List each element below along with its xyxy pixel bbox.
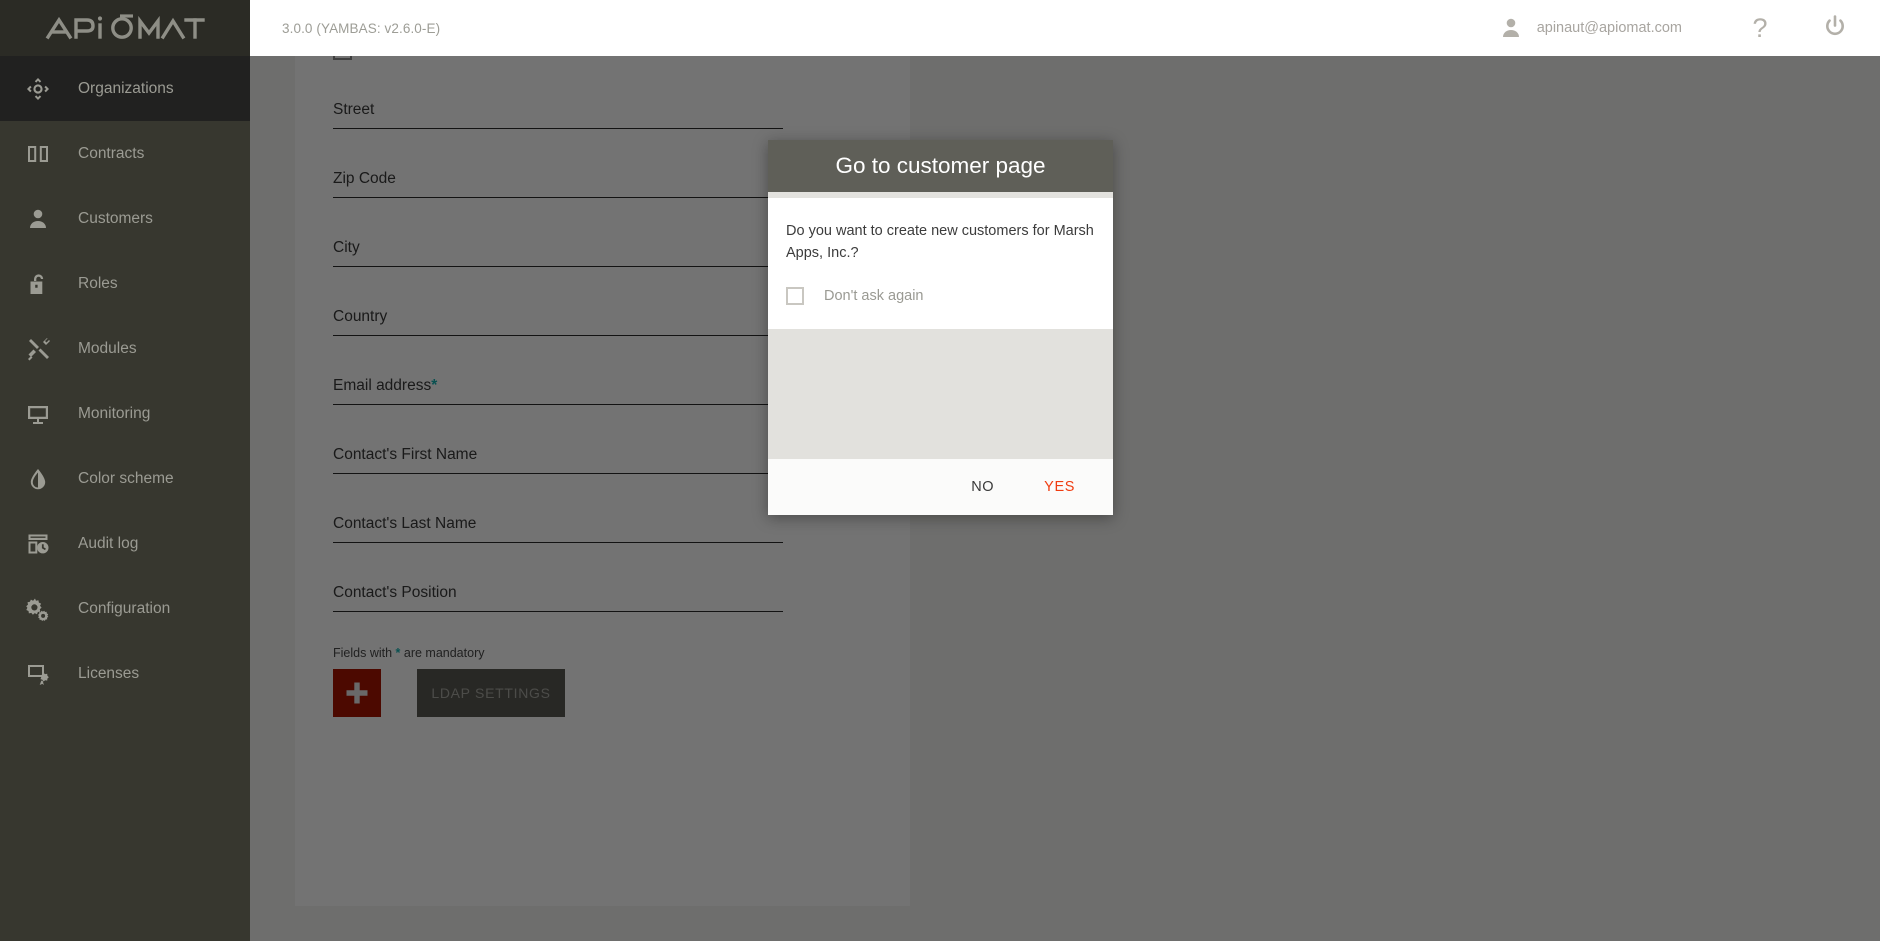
yes-button[interactable]: YES bbox=[1034, 473, 1085, 501]
person-icon bbox=[26, 204, 60, 234]
sidebar-item-label: Modules bbox=[78, 339, 137, 357]
dialog-title: Go to customer page bbox=[768, 140, 1113, 192]
logo[interactable] bbox=[0, 0, 250, 56]
top-header: 3.0.0 (YAMBAS: v2.6.0-E) apinaut@apiomat… bbox=[250, 0, 1880, 56]
sidebar-item-modules[interactable]: Modules bbox=[0, 316, 250, 381]
version-label: 3.0.0 (YAMBAS: v2.6.0-E) bbox=[282, 20, 441, 36]
sidebar-item-licenses[interactable]: Licenses bbox=[0, 641, 250, 706]
confirm-dialog: Go to customer page Do you want to creat… bbox=[768, 140, 1113, 515]
person-icon[interactable] bbox=[1499, 0, 1523, 56]
lock-icon bbox=[26, 269, 60, 299]
sidebar-item-configuration[interactable]: Configuration bbox=[0, 576, 250, 641]
dialog-body: Do you want to create new customers for … bbox=[768, 198, 1113, 329]
no-button[interactable]: NO bbox=[961, 473, 1004, 501]
sidebar-item-monitoring[interactable]: Monitoring bbox=[0, 381, 250, 446]
sidebar-item-label: Customers bbox=[78, 209, 153, 227]
dialog-question: Do you want to create new customers for … bbox=[786, 223, 1094, 262]
sidebar-item-organizations[interactable]: Organizations bbox=[0, 56, 250, 121]
app-window: Organizations Contracts Customers Roles bbox=[0, 0, 1880, 941]
header-actions: apinaut@apiomat.com ? bbox=[1499, 0, 1880, 56]
sidebar-item-color-scheme[interactable]: Color scheme bbox=[0, 446, 250, 511]
sidebar-item-label: Monitoring bbox=[78, 404, 151, 422]
sidebar-item-audit-log[interactable]: Audit log bbox=[0, 511, 250, 576]
dont-ask-again-row[interactable]: Don't ask again bbox=[786, 286, 1095, 305]
dialog-spacer bbox=[768, 328, 1113, 459]
monitor-icon bbox=[26, 399, 60, 429]
user-email-label[interactable]: apinaut@apiomat.com bbox=[1537, 0, 1682, 56]
sidebar-item-label: Color scheme bbox=[78, 469, 174, 487]
book-icon bbox=[26, 139, 60, 169]
sidebar-item-label: Audit log bbox=[78, 534, 139, 552]
tools-icon bbox=[26, 334, 60, 364]
sidebar-item-roles[interactable]: Roles bbox=[0, 251, 250, 316]
sidebar-item-contracts[interactable]: Contracts bbox=[0, 121, 250, 186]
sidebar: Organizations Contracts Customers Roles bbox=[0, 0, 250, 941]
audit-log-icon bbox=[26, 529, 60, 559]
certificate-icon bbox=[26, 659, 60, 689]
power-icon[interactable] bbox=[1790, 0, 1880, 56]
sidebar-item-customers[interactable]: Customers bbox=[0, 186, 250, 251]
organizations-icon bbox=[26, 74, 60, 104]
dialog-footer: NO YES bbox=[768, 458, 1113, 515]
dont-ask-again-label: Don't ask again bbox=[824, 287, 924, 304]
sidebar-item-label: Contracts bbox=[78, 144, 145, 162]
sidebar-item-label: Organizations bbox=[78, 79, 174, 97]
sidebar-item-label: Roles bbox=[78, 274, 118, 292]
gears-icon bbox=[26, 594, 60, 624]
droplet-icon bbox=[26, 464, 60, 494]
question-mark-icon[interactable]: ? bbox=[1730, 0, 1790, 56]
sidebar-item-label: Licenses bbox=[78, 664, 140, 682]
svg-text:?: ? bbox=[1752, 13, 1767, 43]
sidebar-item-label: Configuration bbox=[78, 599, 171, 617]
dont-ask-again-checkbox[interactable] bbox=[786, 286, 804, 305]
